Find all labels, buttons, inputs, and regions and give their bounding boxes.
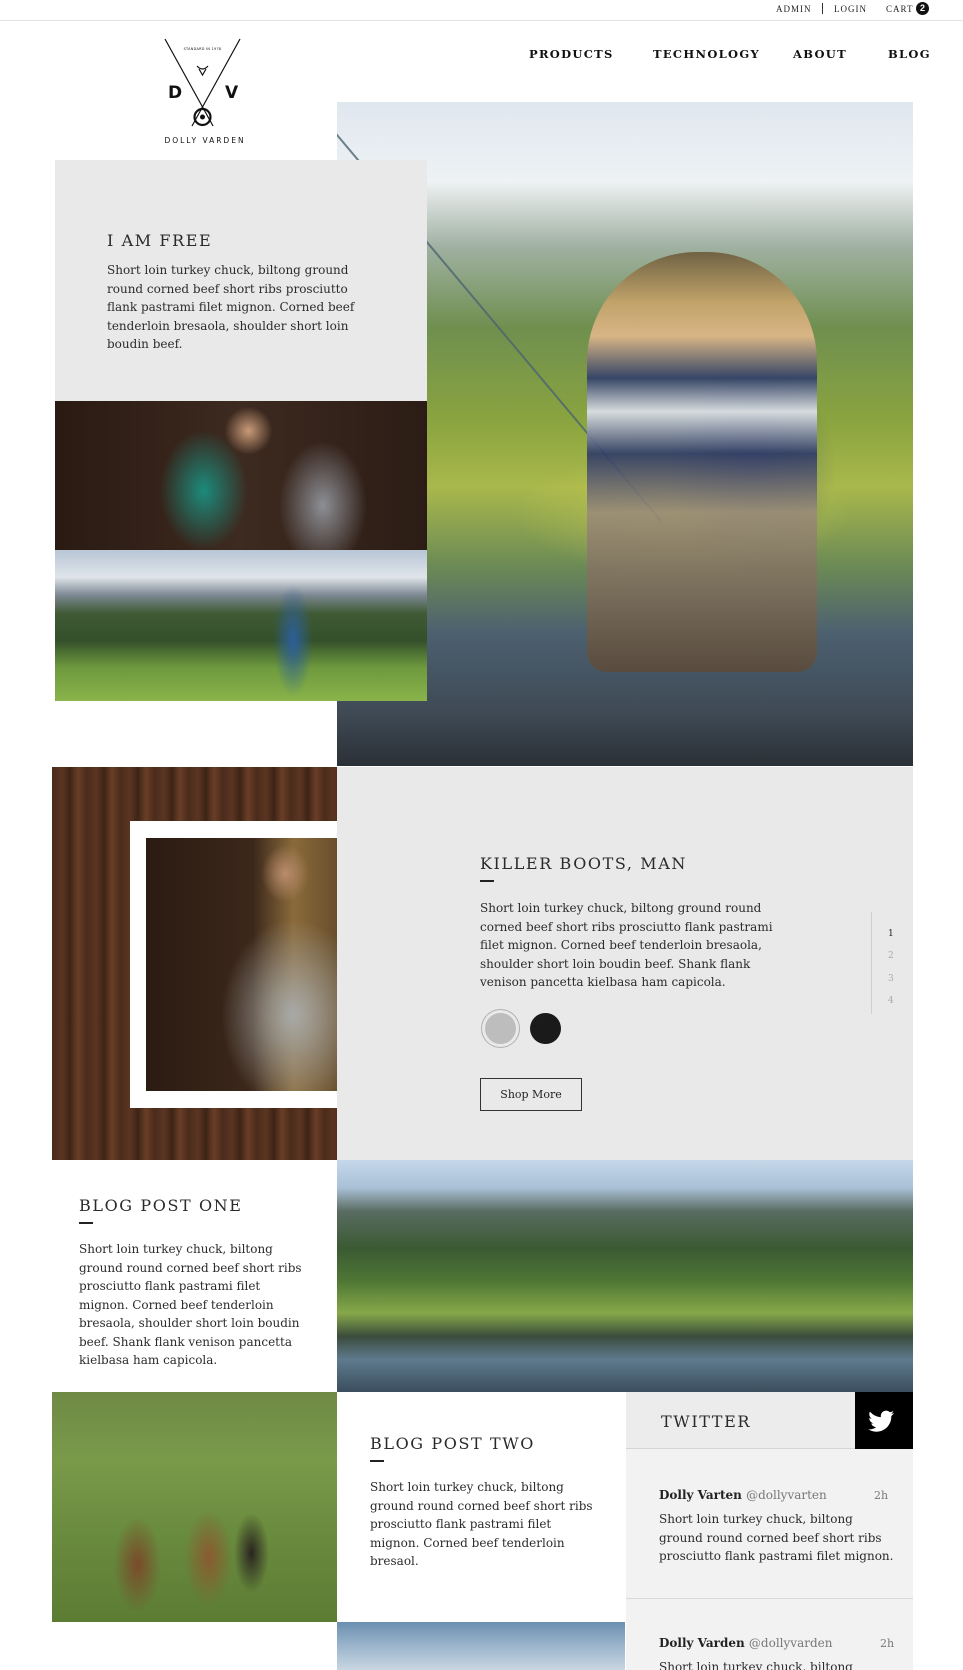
nav-products[interactable]: PRODUCTS — [529, 47, 614, 61]
tweet-2-name: Dolly Varden — [659, 1636, 745, 1650]
feature-one-panel: I AM FREE Short loin turkey chuck, bilto… — [55, 160, 427, 401]
seal-text: STANDARD IN 1978 — [184, 47, 222, 51]
logo-letter-d: D — [168, 83, 182, 103]
brand-logo[interactable]: STANDARD IN 1978 D V DOLLY VARDEN — [150, 36, 260, 146]
feature-one-title: I AM FREE — [107, 231, 213, 250]
feature-two-title: KILLER BOOTS, MAN — [480, 854, 687, 873]
hero-figure — [587, 252, 817, 672]
twitter-bird-icon — [868, 1410, 894, 1432]
blog-two-body: Short loin turkey chuck, biltong ground … — [370, 1480, 593, 1568]
cart-link[interactable]: CART — [886, 4, 913, 14]
nav-blog[interactable]: BLOG — [888, 47, 931, 61]
twitter-title: TWITTER — [661, 1412, 752, 1431]
login-link[interactable]: LOGIN — [834, 4, 867, 14]
utility-bar: ADMIN LOGIN CART 2 — [0, 0, 963, 21]
tweet-divider — [626, 1598, 913, 1599]
twitter-icon-button[interactable] — [855, 1392, 913, 1449]
feature-two-title-underline — [480, 880, 494, 882]
blog-one-title-underline — [79, 1222, 93, 1224]
horseback-riders-photo — [52, 1392, 337, 1622]
feature-two-body: Short loin turkey chuck, biltong ground … — [480, 901, 773, 989]
pager-track — [871, 912, 872, 1014]
tweet-1-name: Dolly Varten — [659, 1488, 742, 1502]
blog-one-panel: BLOG POST ONE Short loin turkey chuck, b… — [52, 1160, 337, 1392]
swatch-black[interactable] — [530, 1013, 561, 1044]
tweet-2-handle: @dollyvarden — [748, 1636, 833, 1650]
blog-one-title[interactable]: BLOG POST ONE — [79, 1196, 243, 1215]
shop-more-button[interactable]: Shop More — [480, 1078, 582, 1111]
tweet-1-author[interactable]: Dolly Varten @dollyvarten — [659, 1488, 827, 1502]
tweet-2-time: 2h — [880, 1637, 895, 1650]
tweet-1-time: 2h — [874, 1489, 889, 1502]
feature-one-body: Short loin turkey chuck, biltong ground … — [107, 263, 355, 351]
pager-item-3[interactable]: 3 — [888, 974, 894, 984]
blog-two-title[interactable]: BLOG POST TWO — [370, 1434, 535, 1453]
couple-photo — [55, 401, 427, 550]
blog-two-panel: BLOG POST TWO Short loin turkey chuck, b… — [337, 1392, 626, 1622]
mountain-lake-photo — [337, 1160, 913, 1392]
blog-two-title-underline — [370, 1460, 384, 1462]
logo-letter-v: V — [225, 83, 239, 103]
feature-two-panel: KILLER BOOTS, MAN Short loin turkey chuc… — [337, 767, 913, 1160]
tweet-1-handle: @dollyvarten — [746, 1488, 827, 1502]
cart-count-badge[interactable]: 2 — [916, 2, 929, 15]
mountain-valley-photo — [55, 550, 427, 701]
nav-about[interactable]: ABOUT — [793, 47, 847, 61]
tweet-1-text: Short loin turkey chuck, biltong ground … — [659, 1512, 894, 1563]
pager-item-1[interactable]: 1 — [888, 929, 894, 939]
admin-link[interactable]: ADMIN — [776, 4, 812, 14]
nav-technology[interactable]: TECHNOLOGY — [653, 47, 760, 61]
brand-name: DOLLY VARDEN — [164, 136, 246, 145]
tweet-2-text: Short loin turkey chuck, biltong ground — [659, 1660, 853, 1670]
bottom-sky-photo — [337, 1622, 625, 1670]
twitter-header: TWITTER — [626, 1392, 855, 1449]
pager-item-4[interactable]: 4 — [888, 996, 894, 1006]
pager-item-2[interactable]: 2 — [888, 951, 894, 961]
utility-divider — [822, 3, 823, 14]
crossed-rods-logo-icon: STANDARD IN 1978 D V — [164, 38, 241, 127]
swatch-grey[interactable] — [485, 1013, 516, 1044]
tweet-2-author[interactable]: Dolly Varden @dollyvarden — [659, 1636, 832, 1650]
blog-one-body: Short loin turkey chuck, biltong ground … — [79, 1242, 302, 1367]
